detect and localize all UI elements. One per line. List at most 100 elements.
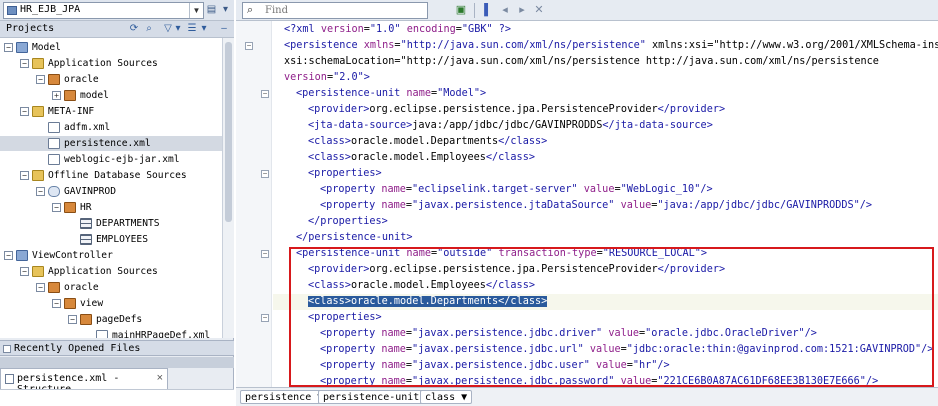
- prev-bookmark-icon[interactable]: ◂: [498, 3, 512, 17]
- expander-icon[interactable]: −: [20, 267, 29, 276]
- projects-panel-header: Projects ⟳ ⌕ ▽ ▾ ☰ ▾ –: [0, 21, 234, 38]
- expand-icon[interactable]: [3, 345, 11, 353]
- code-line[interactable]: <class>oracle.model.Departments</class>: [273, 294, 938, 310]
- tree-scrollbar[interactable]: [222, 38, 234, 338]
- tree-item[interactable]: − Application Sources: [0, 56, 222, 71]
- filter-menu-icon[interactable]: ▾: [172, 23, 184, 35]
- tree-item[interactable]: DEPARTMENTS: [0, 216, 222, 231]
- next-bookmark-icon[interactable]: ▸: [515, 3, 529, 17]
- project-selector-bar: HR_EJB_JPA ▼ ▤ ▾: [0, 0, 234, 21]
- tree-item[interactable]: + model: [0, 88, 222, 103]
- refresh-icon[interactable]: ⟳: [128, 23, 140, 35]
- table-icon: [80, 234, 92, 245]
- expander-icon[interactable]: −: [52, 203, 61, 212]
- expander-icon[interactable]: −: [36, 283, 45, 292]
- project-selector-value: HR_EJB_JPA: [20, 4, 81, 15]
- selected-text[interactable]: <class>oracle.model.Departments</class>: [308, 296, 548, 307]
- tree-item-label: oracle: [64, 74, 99, 85]
- fold-icon[interactable]: −: [245, 42, 253, 50]
- application-icon: [7, 6, 17, 15]
- tree-item-label: GAVINPROD: [64, 186, 116, 197]
- database-icon: [48, 186, 60, 197]
- fold-icon[interactable]: −: [261, 170, 269, 178]
- xml-file-icon: [96, 330, 108, 338]
- tree-item[interactable]: − pageDefs: [0, 312, 222, 327]
- tree-item[interactable]: − Model: [0, 40, 222, 55]
- projects-panel-title: Projects: [6, 23, 55, 34]
- tree-item[interactable]: adfm.xml: [0, 120, 222, 135]
- expander-icon[interactable]: −: [4, 43, 13, 52]
- find-icon[interactable]: ⌕: [143, 23, 155, 35]
- tree-item[interactable]: weblogic-ejb-jar.xml: [0, 152, 222, 167]
- expander-icon[interactable]: −: [20, 107, 29, 116]
- editor-toolbar: ⌕ ▣ ▌ ◂ ▸ ✕: [236, 0, 938, 21]
- package-icon: [80, 314, 92, 325]
- tree-item[interactable]: mainHRPageDef.xml: [0, 328, 222, 338]
- breadcrumb: persistence ▼ persistence-unit ▼ class ▼: [236, 387, 938, 406]
- breadcrumb-item[interactable]: persistence-unit ▼: [318, 390, 437, 404]
- sort-icon[interactable]: ☰: [186, 23, 198, 35]
- tree-item[interactable]: − oracle: [0, 280, 222, 295]
- code-editor[interactable]: <?xml version="1.0" encoding="GBK" ?> <pe…: [273, 21, 938, 387]
- find-box[interactable]: ⌕: [242, 2, 428, 19]
- tree-item-label: HR: [80, 202, 92, 213]
- xml-file-icon: [48, 138, 60, 149]
- tree-item[interactable]: − ViewController: [0, 248, 222, 263]
- application-menu-icon[interactable]: ▤: [205, 2, 218, 18]
- expander-icon[interactable]: −: [20, 59, 29, 68]
- expander-icon[interactable]: −: [36, 75, 45, 84]
- tree-item-label: Application Sources: [48, 58, 158, 69]
- tree-item[interactable]: − META-INF: [0, 104, 222, 119]
- xml-file-icon: [48, 154, 60, 165]
- folder-icon: [32, 266, 44, 277]
- tree-item[interactable]: − Application Sources: [0, 264, 222, 279]
- fold-icon[interactable]: −: [261, 250, 269, 258]
- xml-file-icon: [5, 374, 14, 384]
- find-input[interactable]: [265, 4, 425, 17]
- project-selector[interactable]: HR_EJB_JPA ▼: [3, 2, 204, 19]
- tree-item[interactable]: persistence.xml: [0, 136, 222, 151]
- tree-item-label: view: [80, 298, 104, 309]
- clear-bookmarks-icon[interactable]: ✕: [532, 3, 546, 17]
- fold-icon[interactable]: −: [261, 314, 269, 322]
- scrollbar-thumb[interactable]: [225, 42, 232, 222]
- folder-icon: [32, 106, 44, 117]
- minimize-icon[interactable]: –: [218, 23, 230, 35]
- expander-icon[interactable]: −: [68, 315, 77, 324]
- bookmark-icon[interactable]: ▌: [481, 3, 495, 17]
- validate-icon[interactable]: ▣: [454, 3, 468, 17]
- breadcrumb-item[interactable]: class ▼: [420, 390, 473, 404]
- tree-item[interactable]: EMPLOYEES: [0, 232, 222, 247]
- expander-icon[interactable]: −: [36, 187, 45, 196]
- tree-item-label: adfm.xml: [64, 122, 111, 133]
- package-icon: [64, 298, 76, 309]
- toolbar-separator: [474, 3, 475, 18]
- tree-item[interactable]: − GAVINPROD: [0, 184, 222, 199]
- package-icon: [64, 90, 76, 101]
- tree-item-label: mainHRPageDef.xml: [112, 330, 211, 338]
- package-icon: [48, 282, 60, 293]
- tree-item[interactable]: − HR: [0, 200, 222, 215]
- breadcrumb-item[interactable]: persistence ▼: [240, 390, 329, 404]
- recent-files-panel-header[interactable]: Recently Opened Files: [0, 340, 234, 356]
- project-icon: [16, 250, 28, 261]
- expander-icon[interactable]: −: [52, 299, 61, 308]
- editor-gutter[interactable]: − − − − −: [236, 21, 272, 387]
- dropdown-arrow-icon[interactable]: ▾: [219, 2, 232, 18]
- tree-item-label: EMPLOYEES: [96, 234, 148, 245]
- tree-item-label: weblogic-ejb-jar.xml: [64, 154, 180, 165]
- tree-item-label: persistence.xml: [64, 138, 151, 149]
- close-icon[interactable]: ×: [157, 372, 163, 384]
- expander-icon[interactable]: −: [4, 251, 13, 260]
- tree-item[interactable]: − Offline Database Sources: [0, 168, 222, 183]
- structure-tab[interactable]: persistence.xml - Structure ×: [0, 368, 168, 395]
- fold-icon[interactable]: −: [261, 90, 269, 98]
- project-tree: − Model − Application Sources − oracle + model −…: [0, 38, 222, 338]
- chevron-down-icon[interactable]: ▼: [189, 3, 203, 18]
- tree-item[interactable]: − oracle: [0, 72, 222, 87]
- expander-icon[interactable]: +: [52, 91, 61, 100]
- sort-menu-icon[interactable]: ▾: [198, 23, 210, 35]
- project-icon: [16, 42, 28, 53]
- expander-icon[interactable]: −: [20, 171, 29, 180]
- tree-item[interactable]: − view: [0, 296, 222, 311]
